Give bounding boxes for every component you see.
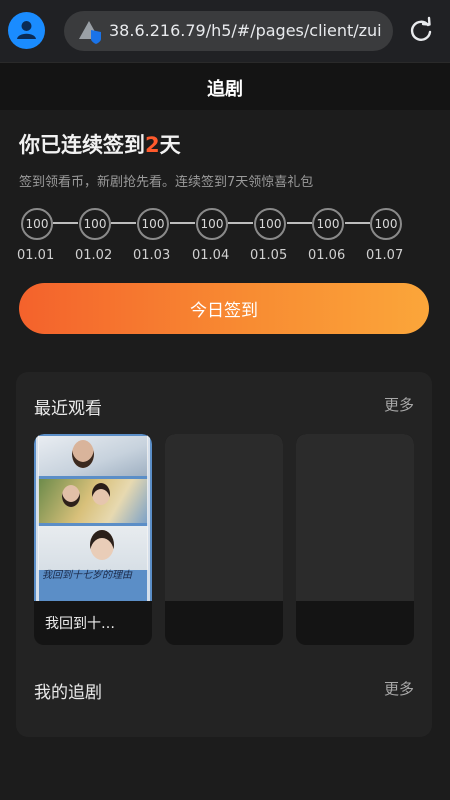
checkin-day: 100 01.07 [366, 208, 404, 263]
checkin-day: 100 01.03 [133, 208, 171, 263]
day-date: 01.03 [133, 248, 171, 263]
poster-image: 我回到十七岁的理由 [34, 434, 152, 601]
day-connector [345, 222, 370, 224]
day-date: 01.07 [366, 248, 404, 263]
day-date: 01.01 [17, 248, 55, 263]
app-header: 追剧 [0, 62, 450, 110]
profile-avatar[interactable] [8, 12, 45, 49]
day-connector [287, 222, 312, 224]
coin-badge: 100 [196, 208, 228, 240]
url-text[interactable]: 38.6.216.79/h5/#/pages/client/zui [109, 21, 382, 40]
browser-toolbar: 38.6.216.79/h5/#/pages/client/zui [0, 0, 450, 62]
day-connector [228, 222, 253, 224]
poster-panel [38, 436, 148, 476]
checkin-day: 100 01.01 [17, 208, 55, 263]
day-date: 01.02 [75, 248, 113, 263]
streak-heading: 你已连续签到2天 [19, 129, 181, 159]
user-icon [17, 21, 36, 39]
streak-days: 2 [145, 133, 160, 157]
watch-card: 最近观看 更多 我回到十七岁的理由 我回到十… 我的追剧 更多 [16, 372, 432, 737]
coin-badge: 100 [254, 208, 286, 240]
recent-item[interactable] [165, 434, 283, 645]
checkin-day: 100 01.06 [308, 208, 346, 263]
coin-badge: 100 [79, 208, 111, 240]
streak-prefix: 你已连续签到 [19, 133, 145, 157]
day-date: 01.04 [192, 248, 230, 263]
poster-panel [38, 479, 148, 523]
page-title: 追剧 [207, 79, 243, 100]
poster-border [147, 434, 150, 601]
checkin-day: 100 01.05 [250, 208, 288, 263]
drama-title: 我回到十… [45, 616, 115, 632]
day-connector [53, 222, 78, 224]
recent-more-link[interactable]: 更多 [384, 394, 414, 415]
drama-poster-placeholder [165, 434, 283, 601]
coin-badge: 100 [370, 208, 402, 240]
coin-badge: 100 [137, 208, 169, 240]
day-connector [170, 222, 195, 224]
checkin-day: 100 01.02 [75, 208, 113, 263]
checkin-day: 100 01.04 [192, 208, 230, 263]
recent-section-title: 最近观看 [34, 399, 102, 419]
site-warning-icon [79, 21, 101, 44]
coin-badge: 100 [312, 208, 344, 240]
day-connector [111, 222, 136, 224]
coin-badge: 100 [21, 208, 53, 240]
reload-icon[interactable] [406, 16, 436, 46]
address-bar[interactable]: 38.6.216.79/h5/#/pages/client/zui [64, 11, 393, 51]
checkin-subtitle: 签到领看币，新剧抢先看。连续签到7天领惊喜礼包 [19, 175, 314, 190]
day-date: 01.05 [250, 248, 288, 263]
drama-poster: 我回到十七岁的理由 [34, 434, 152, 601]
following-more-link[interactable]: 更多 [384, 678, 414, 699]
poster-title: 我回到十七岁的理由 [42, 570, 132, 581]
streak-suffix: 天 [159, 133, 181, 157]
poster-panel [38, 526, 148, 570]
checkin-button[interactable]: 今日签到 [19, 283, 429, 334]
poster-border [36, 434, 39, 601]
day-date: 01.06 [308, 248, 346, 263]
recent-item[interactable]: 我回到十七岁的理由 我回到十… [34, 434, 152, 645]
drama-poster-placeholder [296, 434, 414, 601]
recent-item[interactable] [296, 434, 414, 645]
following-section-title: 我的追剧 [34, 683, 102, 703]
